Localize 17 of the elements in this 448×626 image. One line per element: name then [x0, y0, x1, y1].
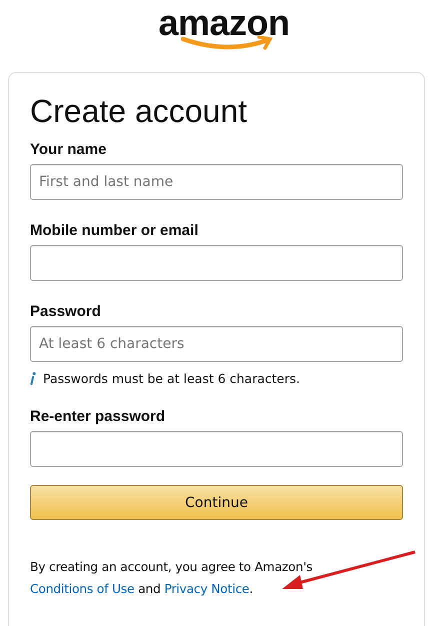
info-icon: [30, 372, 36, 385]
continue-button[interactable]: Continue: [30, 485, 403, 520]
input-field[interactable]: [30, 245, 403, 281]
field-label: Your name: [30, 141, 108, 158]
input-field[interactable]: At least 6 characters: [30, 326, 403, 362]
page-title: Create account: [30, 92, 248, 131]
field-label: Password: [30, 303, 102, 320]
input-field[interactable]: First and last name: [30, 164, 403, 200]
smile-icon: [180, 36, 275, 52]
input-field[interactable]: [30, 431, 403, 467]
password-hint: Passwords must be at least 6 characters.: [43, 371, 300, 386]
field-label: Mobile number or email: [30, 222, 200, 239]
logo-text: amazon: [158, 6, 290, 40]
privacy-link[interactable]: Privacy Notice: [164, 582, 250, 596]
field-label: Re-enter password: [30, 408, 166, 425]
legal-notice: By creating an account, you agree to Amazon's Conditions of Use and Privacy Notice.: [30, 559, 314, 598]
conditions-link[interactable]: Conditions of Use: [30, 582, 134, 596]
